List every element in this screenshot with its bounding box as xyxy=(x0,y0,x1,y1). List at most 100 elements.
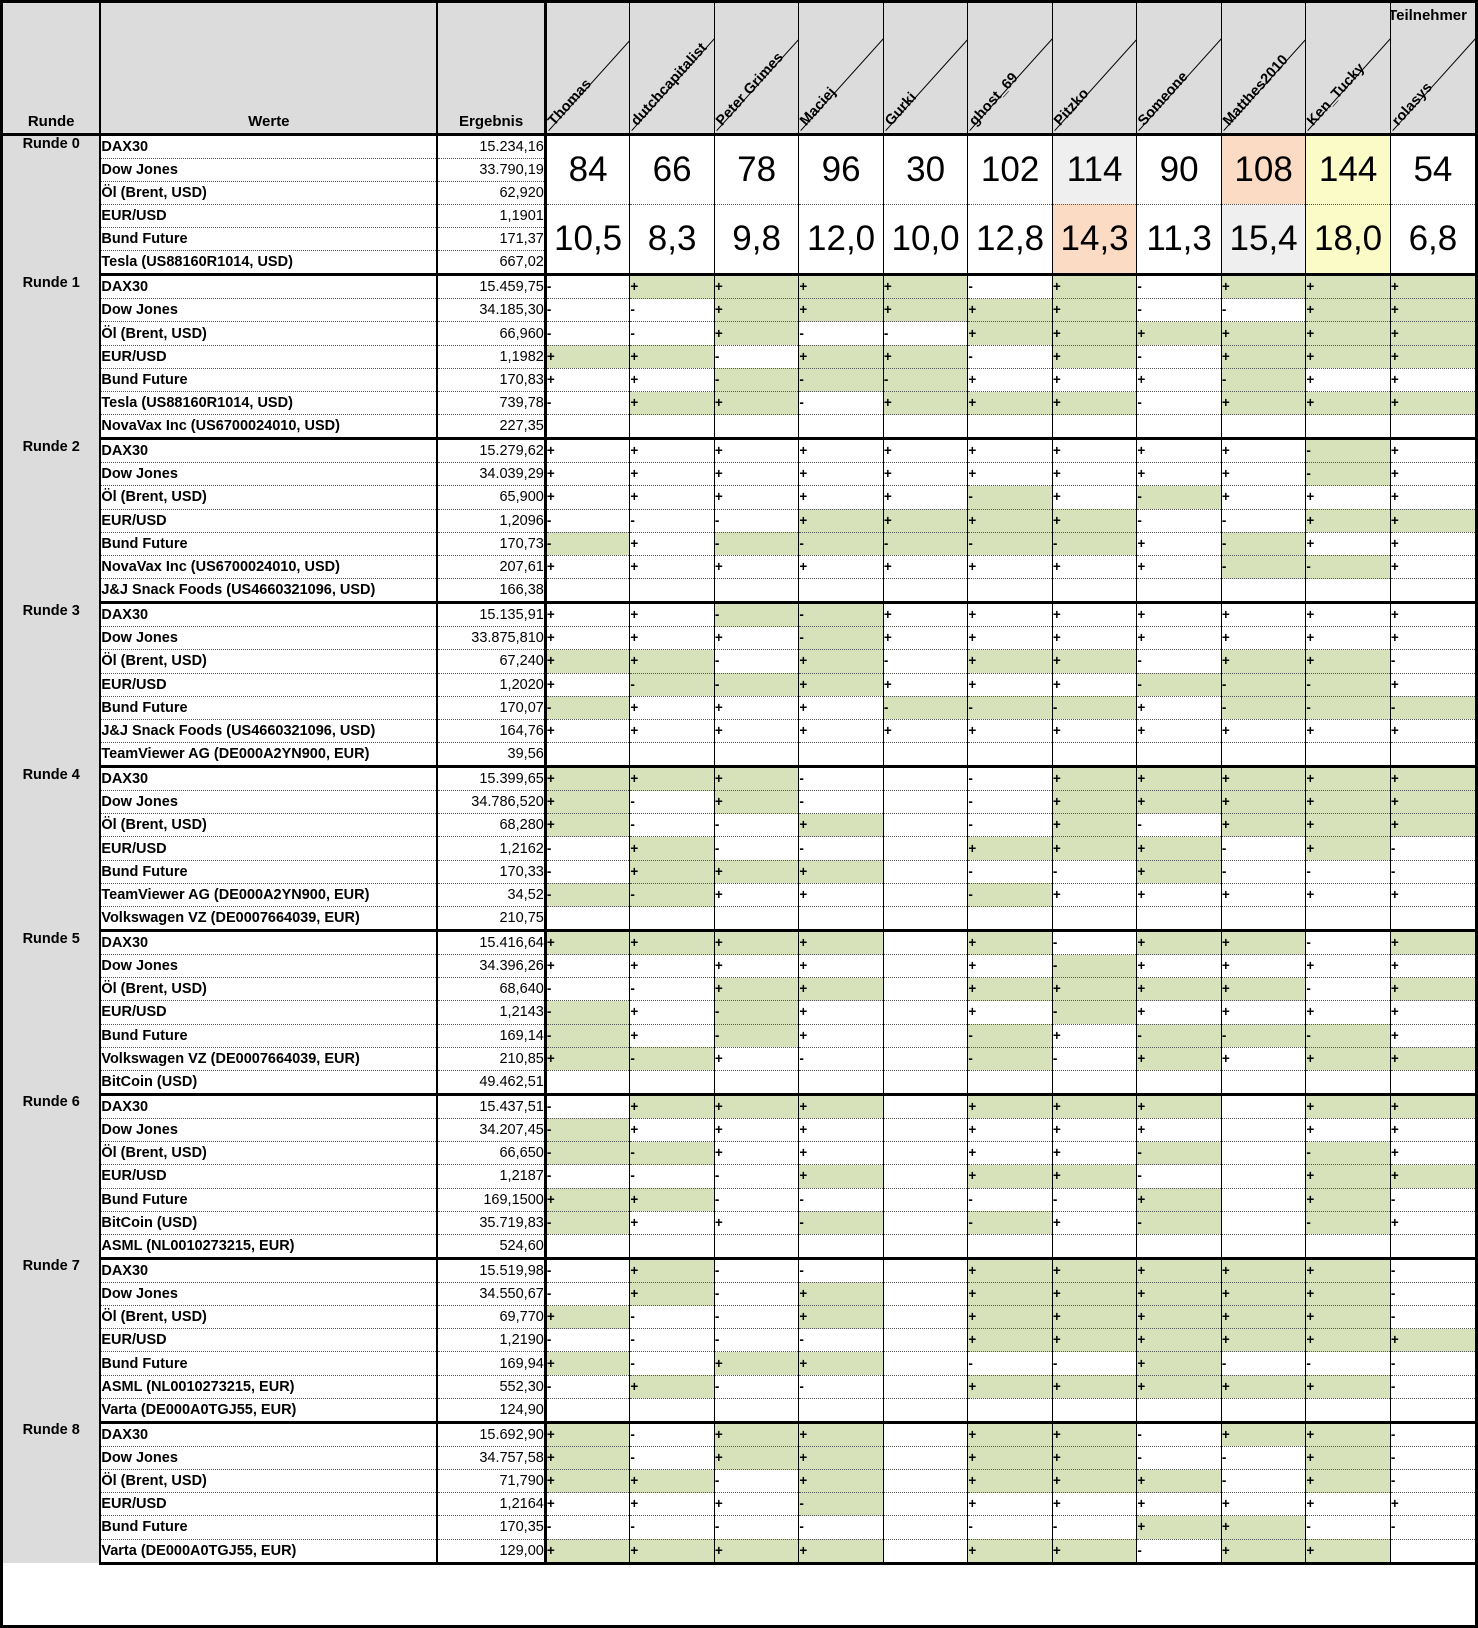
empty-vote-cell[interactable] xyxy=(967,1070,1053,1096)
vote-cell[interactable] xyxy=(883,930,969,955)
vote-cell[interactable] xyxy=(883,1164,969,1189)
vote-cell[interactable]: + xyxy=(1390,391,1475,416)
vote-cell[interactable]: + xyxy=(1136,836,1222,861)
vote-cell[interactable]: - xyxy=(798,368,884,393)
vote-cell[interactable]: + xyxy=(798,1351,884,1376)
vote-cell[interactable]: + xyxy=(1052,719,1138,744)
column-header-participant-pitzko[interactable]: Pitzko xyxy=(1052,3,1138,136)
vote-cell[interactable]: + xyxy=(1052,1094,1138,1119)
vote-cell[interactable]: - xyxy=(1390,1422,1475,1447)
vote-cell[interactable] xyxy=(883,1469,969,1494)
vote-cell[interactable]: - xyxy=(883,368,969,393)
vote-cell[interactable]: + xyxy=(967,1469,1053,1494)
vote-cell[interactable]: + xyxy=(1305,1047,1391,1071)
vote-cell[interactable]: - xyxy=(1052,1351,1138,1376)
vote-cell[interactable]: + xyxy=(1305,1492,1391,1517)
vote-cell[interactable]: + xyxy=(714,883,800,908)
vote-cell[interactable]: + xyxy=(1221,602,1307,628)
empty-vote-cell[interactable] xyxy=(967,1234,1053,1260)
vote-cell[interactable]: + xyxy=(629,1211,715,1235)
vote-cell[interactable]: + xyxy=(1052,836,1138,861)
vote-cell[interactable]: + xyxy=(1052,274,1138,300)
vote-cell[interactable]: + xyxy=(1136,1282,1222,1307)
vote-cell[interactable]: + xyxy=(1052,509,1138,533)
vote-cell[interactable] xyxy=(1390,1539,1475,1565)
vote-cell[interactable]: + xyxy=(967,1282,1053,1307)
vote-cell[interactable]: + xyxy=(1221,813,1307,838)
vote-cell[interactable]: - xyxy=(545,274,631,300)
vote-cell[interactable]: + xyxy=(1221,719,1307,744)
vote-cell[interactable] xyxy=(883,1351,969,1376)
vote-cell[interactable] xyxy=(1221,1211,1307,1235)
vote-cell[interactable] xyxy=(883,790,969,815)
vote-cell[interactable]: + xyxy=(714,1446,800,1471)
vote-cell[interactable]: + xyxy=(1136,1188,1222,1212)
vote-cell[interactable] xyxy=(883,954,969,979)
empty-vote-cell[interactable] xyxy=(714,414,800,441)
vote-cell[interactable]: - xyxy=(545,1282,631,1307)
vote-cell[interactable]: + xyxy=(1221,1492,1307,1517)
vote-cell[interactable]: + xyxy=(714,766,800,792)
vote-cell[interactable]: + xyxy=(629,485,715,510)
empty-vote-cell[interactable] xyxy=(1052,414,1138,441)
empty-vote-cell[interactable] xyxy=(1390,1234,1475,1260)
vote-cell[interactable]: - xyxy=(967,1188,1053,1212)
vote-cell[interactable]: - xyxy=(1052,954,1138,979)
vote-cell[interactable]: + xyxy=(1390,790,1475,815)
vote-cell[interactable]: + xyxy=(1305,1446,1391,1471)
vote-cell[interactable]: + xyxy=(798,1118,884,1143)
vote-cell[interactable]: - xyxy=(545,1211,631,1235)
vote-cell[interactable]: + xyxy=(1052,391,1138,416)
vote-cell[interactable]: - xyxy=(1390,836,1475,861)
vote-cell[interactable]: + xyxy=(1052,602,1138,628)
vote-cell[interactable]: + xyxy=(714,555,800,580)
empty-vote-cell[interactable] xyxy=(1052,578,1138,605)
vote-cell[interactable]: - xyxy=(1052,1188,1138,1212)
vote-cell[interactable]: + xyxy=(1136,1375,1222,1399)
vote-cell[interactable]: + xyxy=(714,1422,800,1447)
empty-vote-cell[interactable] xyxy=(967,742,1053,769)
vote-cell[interactable]: - xyxy=(1052,1000,1138,1025)
vote-cell[interactable]: + xyxy=(545,1469,631,1494)
vote-cell[interactable]: + xyxy=(1136,1094,1222,1119)
vote-cell[interactable]: + xyxy=(1390,602,1475,628)
vote-cell[interactable]: + xyxy=(1052,790,1138,815)
vote-cell[interactable]: - xyxy=(967,766,1053,792)
empty-vote-cell[interactable] xyxy=(883,1398,969,1424)
vote-cell[interactable]: - xyxy=(798,1258,884,1283)
vote-cell[interactable]: + xyxy=(1136,790,1222,815)
vote-cell[interactable]: - xyxy=(714,649,800,674)
empty-vote-cell[interactable] xyxy=(629,578,715,605)
vote-cell[interactable]: - xyxy=(714,1282,800,1307)
vote-cell[interactable]: + xyxy=(798,673,884,697)
vote-cell[interactable]: + xyxy=(1221,438,1307,464)
vote-cell[interactable]: + xyxy=(1305,626,1391,651)
vote-cell[interactable]: + xyxy=(1390,345,1475,369)
vote-cell[interactable]: - xyxy=(714,602,800,628)
empty-vote-cell[interactable] xyxy=(1136,906,1222,932)
vote-cell[interactable]: + xyxy=(545,954,631,979)
vote-cell[interactable]: + xyxy=(1305,298,1391,323)
vote-cell[interactable]: + xyxy=(714,1351,800,1376)
vote-cell[interactable]: + xyxy=(714,977,800,1002)
empty-vote-cell[interactable] xyxy=(1305,742,1391,769)
vote-cell[interactable]: + xyxy=(798,719,884,744)
empty-vote-cell[interactable] xyxy=(1052,1398,1138,1424)
vote-cell[interactable]: + xyxy=(1305,719,1391,744)
empty-vote-cell[interactable] xyxy=(1221,1398,1307,1424)
empty-vote-cell[interactable] xyxy=(1305,1234,1391,1260)
empty-vote-cell[interactable] xyxy=(1221,578,1307,605)
vote-cell[interactable]: + xyxy=(1136,1515,1222,1540)
vote-cell[interactable]: - xyxy=(967,696,1053,720)
vote-cell[interactable]: + xyxy=(1305,1118,1391,1143)
vote-cell[interactable]: - xyxy=(967,532,1053,556)
vote-cell[interactable]: - xyxy=(545,977,631,1002)
vote-cell[interactable]: - xyxy=(629,321,715,346)
vote-cell[interactable]: + xyxy=(967,1118,1053,1143)
vote-cell[interactable]: + xyxy=(1390,368,1475,393)
vote-cell[interactable]: + xyxy=(1305,1328,1391,1353)
vote-cell[interactable]: + xyxy=(1390,274,1475,300)
vote-cell[interactable]: + xyxy=(1052,1469,1138,1494)
vote-cell[interactable]: - xyxy=(714,1024,800,1048)
vote-cell[interactable] xyxy=(1221,1118,1307,1143)
